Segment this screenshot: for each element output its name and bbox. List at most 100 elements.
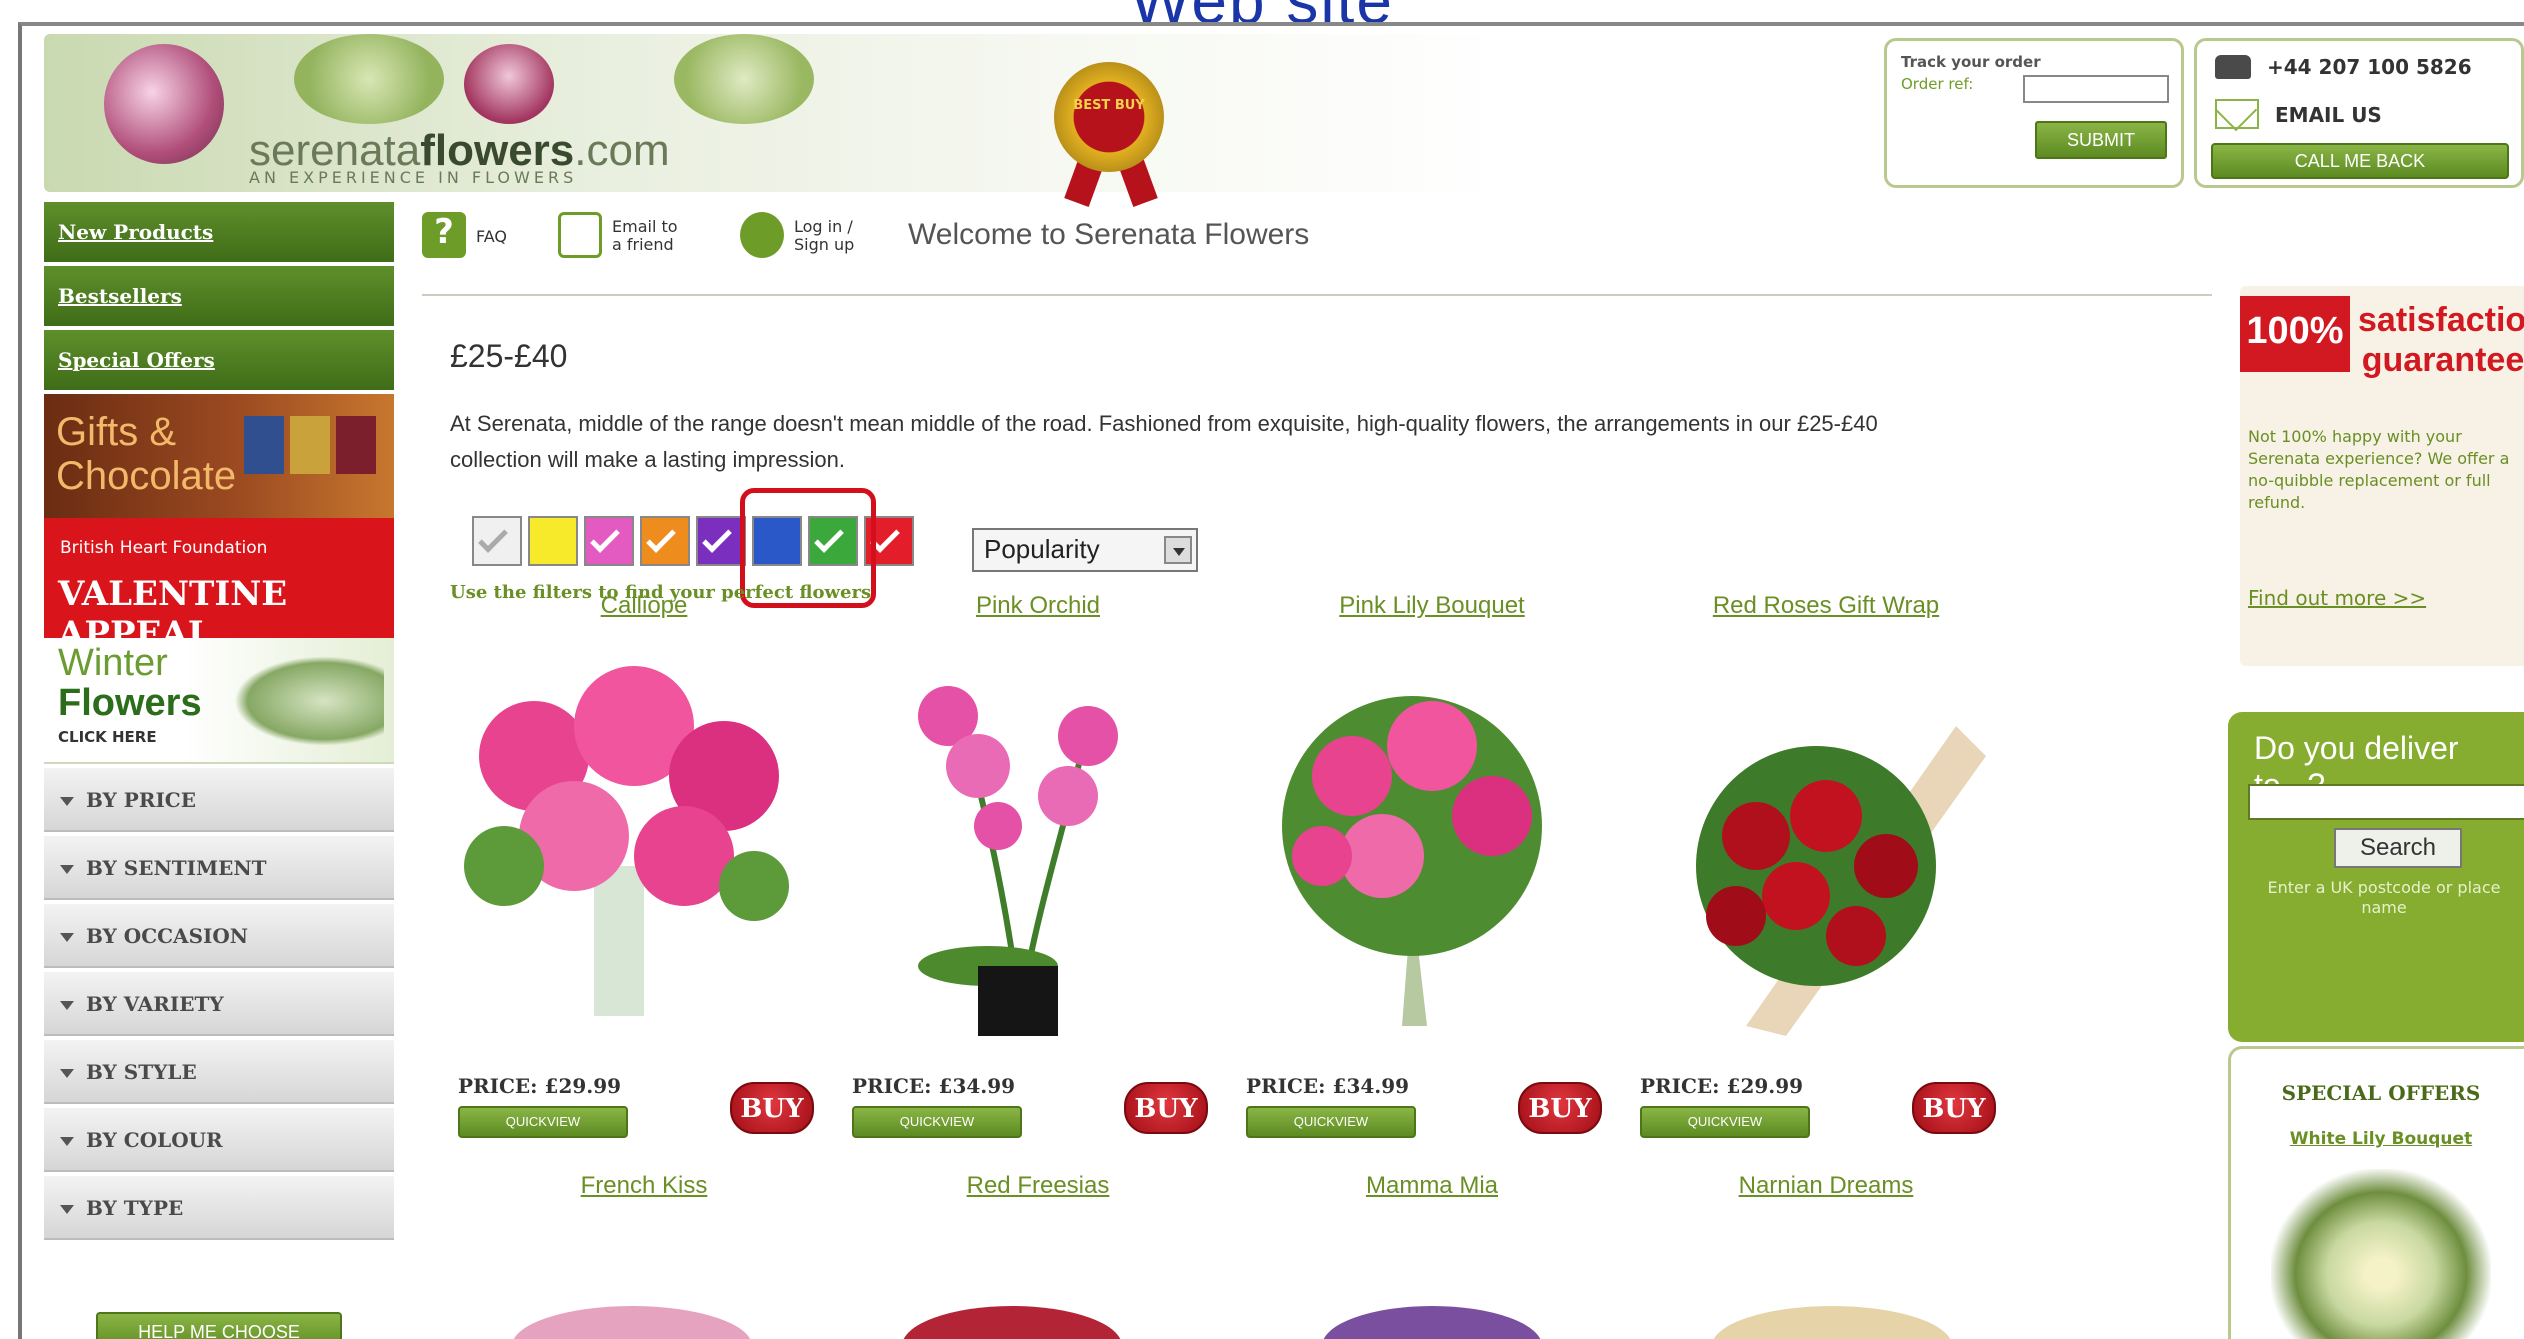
top-toolbar: ? FAQ Email to a friend Log in / Sign up W… xyxy=(422,206,2212,296)
leaf-shape xyxy=(464,826,544,906)
buy-button[interactable]: BUY xyxy=(1124,1082,1208,1134)
gift-box-image xyxy=(336,416,376,474)
special-offers-title: SPECIAL OFFERS xyxy=(2281,1081,2481,1105)
product-image[interactable] xyxy=(444,666,804,1046)
product-price: PRICE: £29.99 xyxy=(1640,1074,1804,1098)
rose-bloom xyxy=(1762,862,1830,930)
call-me-back-button[interactable]: CALL ME BACK xyxy=(2211,143,2509,179)
winter-flowers-banner[interactable]: Winter Flowers CLICK HERE xyxy=(44,638,394,764)
order-ref-input[interactable] xyxy=(2023,75,2169,103)
chevron-down-icon[interactable] xyxy=(1164,536,1192,564)
orchid-image xyxy=(104,44,224,164)
bhf-text: British Heart Foundation xyxy=(60,538,268,558)
guarantee-percent: 100% xyxy=(2240,296,2350,372)
satisfaction-guarantee-panel: 100% satisfaction guarantee Not 100% hap… xyxy=(2240,286,2524,666)
lily-bloom xyxy=(1340,814,1424,898)
product-name-link[interactable]: Calliope xyxy=(464,592,824,620)
quickview-button[interactable]: QUICKVIEW xyxy=(1246,1106,1416,1138)
product-image[interactable] xyxy=(1626,666,1986,1046)
find-out-more-link[interactable]: Find out more >> xyxy=(2248,586,2426,610)
postcode-hint: Enter a UK postcode or place name xyxy=(2267,878,2501,917)
product-name-link[interactable]: Pink Orchid xyxy=(858,592,1218,620)
colour-filter-checkbox[interactable] xyxy=(696,516,746,566)
award-badge: BEST BUY xyxy=(1054,62,1164,172)
category-by-style[interactable]: BY STYLE xyxy=(44,1040,394,1104)
envelope-icon[interactable] xyxy=(558,212,602,258)
orchid-image xyxy=(464,44,554,124)
header-banner: serenataflowers.com AN EXPERIENCE IN FLO… xyxy=(44,34,1874,207)
category-by-colour[interactable]: BY COLOUR xyxy=(44,1108,394,1172)
buy-button[interactable]: BUY xyxy=(1912,1082,1996,1134)
sort-select[interactable]: Popularity xyxy=(972,528,1198,572)
login-signup-link[interactable]: Log in / Sign up xyxy=(794,218,854,254)
buy-button[interactable]: BUY xyxy=(1518,1082,1602,1134)
product-images-row2 xyxy=(513,1306,1951,1339)
logo-tagline: AN EXPERIENCE IN FLOWERS xyxy=(249,168,578,187)
leaf-image xyxy=(674,34,814,124)
click-here-text: CLICK HERE xyxy=(58,728,157,746)
chevron-down-icon xyxy=(60,865,74,874)
chevron-down-icon xyxy=(60,797,74,806)
checkmark-icon xyxy=(478,523,508,553)
product-name-link[interactable]: Narnian Dreams xyxy=(1646,1172,2006,1200)
product-image[interactable] xyxy=(1232,666,1592,1046)
track-order-title: Track your order xyxy=(1901,53,2041,71)
email-us-link[interactable]: EMAIL US xyxy=(2275,103,2382,127)
browser-page: serenataflowers.com AN EXPERIENCE IN FLO… xyxy=(18,22,2524,1339)
help-icon[interactable]: ? xyxy=(422,212,466,258)
delivery-check-panel: Do you deliver to...? Search Enter a UK … xyxy=(2228,712,2524,1042)
search-button[interactable]: Search xyxy=(2334,828,2462,868)
category-by-type[interactable]: BY TYPE xyxy=(44,1176,394,1240)
colour-filter-checkbox[interactable] xyxy=(584,516,634,566)
submit-button[interactable]: SUBMIT xyxy=(2035,121,2167,159)
lily-bloom xyxy=(634,806,734,906)
leaf-image xyxy=(294,34,444,124)
product-image[interactable] xyxy=(838,666,1198,1046)
bouquet-top xyxy=(1323,1306,1541,1339)
quickview-button[interactable]: QUICKVIEW xyxy=(458,1106,628,1138)
quickview-button[interactable]: QUICKVIEW xyxy=(852,1106,1022,1138)
category-by-variety[interactable]: BY VARIETY xyxy=(44,972,394,1036)
special-offer-link[interactable]: White Lily Bouquet xyxy=(2231,1129,2524,1149)
buy-button[interactable]: BUY xyxy=(730,1082,814,1134)
category-by-sentiment[interactable]: BY SENTIMENT xyxy=(44,836,394,900)
checkmark-icon xyxy=(646,523,676,553)
site-header: serenataflowers.com AN EXPERIENCE IN FLO… xyxy=(22,26,2524,207)
quickview-button[interactable]: QUICKVIEW xyxy=(1640,1106,1810,1138)
flowers-text: Flowers xyxy=(58,682,202,724)
faq-link[interactable]: FAQ xyxy=(476,228,507,246)
order-ref-label: Order ref: xyxy=(1901,75,1974,93)
product-name-link[interactable]: Mamma Mia xyxy=(1252,1172,1612,1200)
valentine-appeal-banner[interactable]: British Heart Foundation VALENTINE APPEA… xyxy=(44,518,394,654)
nav-bestsellers[interactable]: Bestsellers xyxy=(44,266,394,326)
guarantee-heading: satisfaction guarantee xyxy=(2358,301,2524,379)
colour-filter-checkbox[interactable] xyxy=(640,516,690,566)
help-me-choose-button[interactable]: HELP ME CHOOSE xyxy=(96,1312,342,1339)
product-name-link[interactable]: French Kiss xyxy=(464,1172,824,1200)
chevron-down-icon xyxy=(60,1069,74,1078)
category-by-price[interactable]: BY PRICE xyxy=(44,768,394,832)
orchid-bloom xyxy=(1058,706,1118,766)
nav-new-products[interactable]: New Products xyxy=(44,202,394,262)
gifts-chocolate-banner[interactable]: Gifts & Chocolate xyxy=(44,394,394,518)
guarantee-body: Not 100% happy with your Serenata experi… xyxy=(2248,427,2510,512)
track-order-box: Track your order Order ref: SUBMIT xyxy=(1884,38,2184,188)
checkmark-icon xyxy=(702,523,732,553)
login-icon[interactable] xyxy=(740,212,784,258)
product-name-link[interactable]: Red Roses Gift Wrap xyxy=(1646,592,2006,620)
postcode-input[interactable] xyxy=(2248,784,2524,820)
product-name-link[interactable]: Pink Lily Bouquet xyxy=(1252,592,1612,620)
nav-special-offers[interactable]: Special Offers xyxy=(44,330,394,390)
pot-shape xyxy=(978,966,1058,1036)
lily-bloom xyxy=(1387,701,1477,791)
category-by-occasion[interactable]: BY OCCASION xyxy=(44,904,394,968)
colour-filter-checkbox[interactable] xyxy=(528,516,578,566)
checkmark-icon xyxy=(590,523,620,553)
left-sidebar: New Products Bestsellers Special Offers … xyxy=(44,202,394,1339)
gift-box-image xyxy=(290,416,330,474)
product-price: PRICE: £34.99 xyxy=(1246,1074,1410,1098)
special-offer-image[interactable] xyxy=(2271,1169,2491,1339)
colour-filter-checkbox[interactable] xyxy=(472,516,522,566)
email-friend-link[interactable]: Email to a friend xyxy=(612,218,678,254)
product-name-link[interactable]: Red Freesias xyxy=(858,1172,1218,1200)
